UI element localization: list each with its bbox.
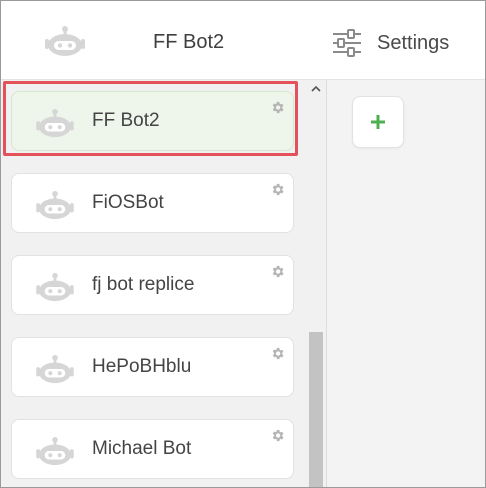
gear-icon[interactable]	[270, 346, 285, 361]
sliders-icon	[333, 29, 361, 57]
gear-icon[interactable]	[270, 182, 285, 197]
gear-icon[interactable]	[270, 428, 285, 443]
app-window: FF Bot2 Settings FF Bot2 FiOSBot fj bot …	[0, 0, 486, 488]
gear-icon[interactable]	[270, 264, 285, 279]
bot-name: FF Bot2	[92, 110, 160, 131]
bot-card-michael-bot[interactable]: Michael Bot	[11, 419, 294, 479]
scroll-thumb[interactable]	[309, 332, 323, 487]
scrollbar[interactable]	[307, 80, 325, 487]
robot-icon	[36, 272, 74, 302]
robot-icon	[36, 354, 74, 384]
chevron-up-icon	[311, 85, 321, 92]
robot-icon	[45, 26, 85, 56]
settings-label: Settings	[377, 31, 450, 54]
bot-name: HePoBHblu	[92, 356, 192, 377]
bot-card-fiosbot[interactable]: FiOSBot	[11, 173, 294, 233]
settings-button[interactable]: Settings	[331, 23, 471, 63]
gear-icon[interactable]	[270, 100, 285, 115]
robot-icon	[36, 190, 74, 220]
bot-card-ff-bot2[interactable]: FF Bot2	[11, 91, 294, 151]
header: FF Bot2 Settings	[1, 1, 485, 80]
robot-icon	[36, 108, 74, 138]
scroll-up-button[interactable]	[307, 80, 325, 96]
bot-card-hepobhblu[interactable]: HePoBHblu	[11, 337, 294, 397]
plus-icon	[371, 115, 385, 129]
content-panel	[327, 80, 485, 487]
bot-name: FiOSBot	[92, 192, 164, 213]
bot-card-fj-bot-replice[interactable]: fj bot replice	[11, 255, 294, 315]
bot-name: fj bot replice	[92, 274, 195, 295]
bot-name: Michael Bot	[92, 438, 192, 459]
page-title: FF Bot2	[153, 31, 225, 53]
robot-icon	[36, 436, 74, 466]
add-button[interactable]	[352, 96, 404, 148]
